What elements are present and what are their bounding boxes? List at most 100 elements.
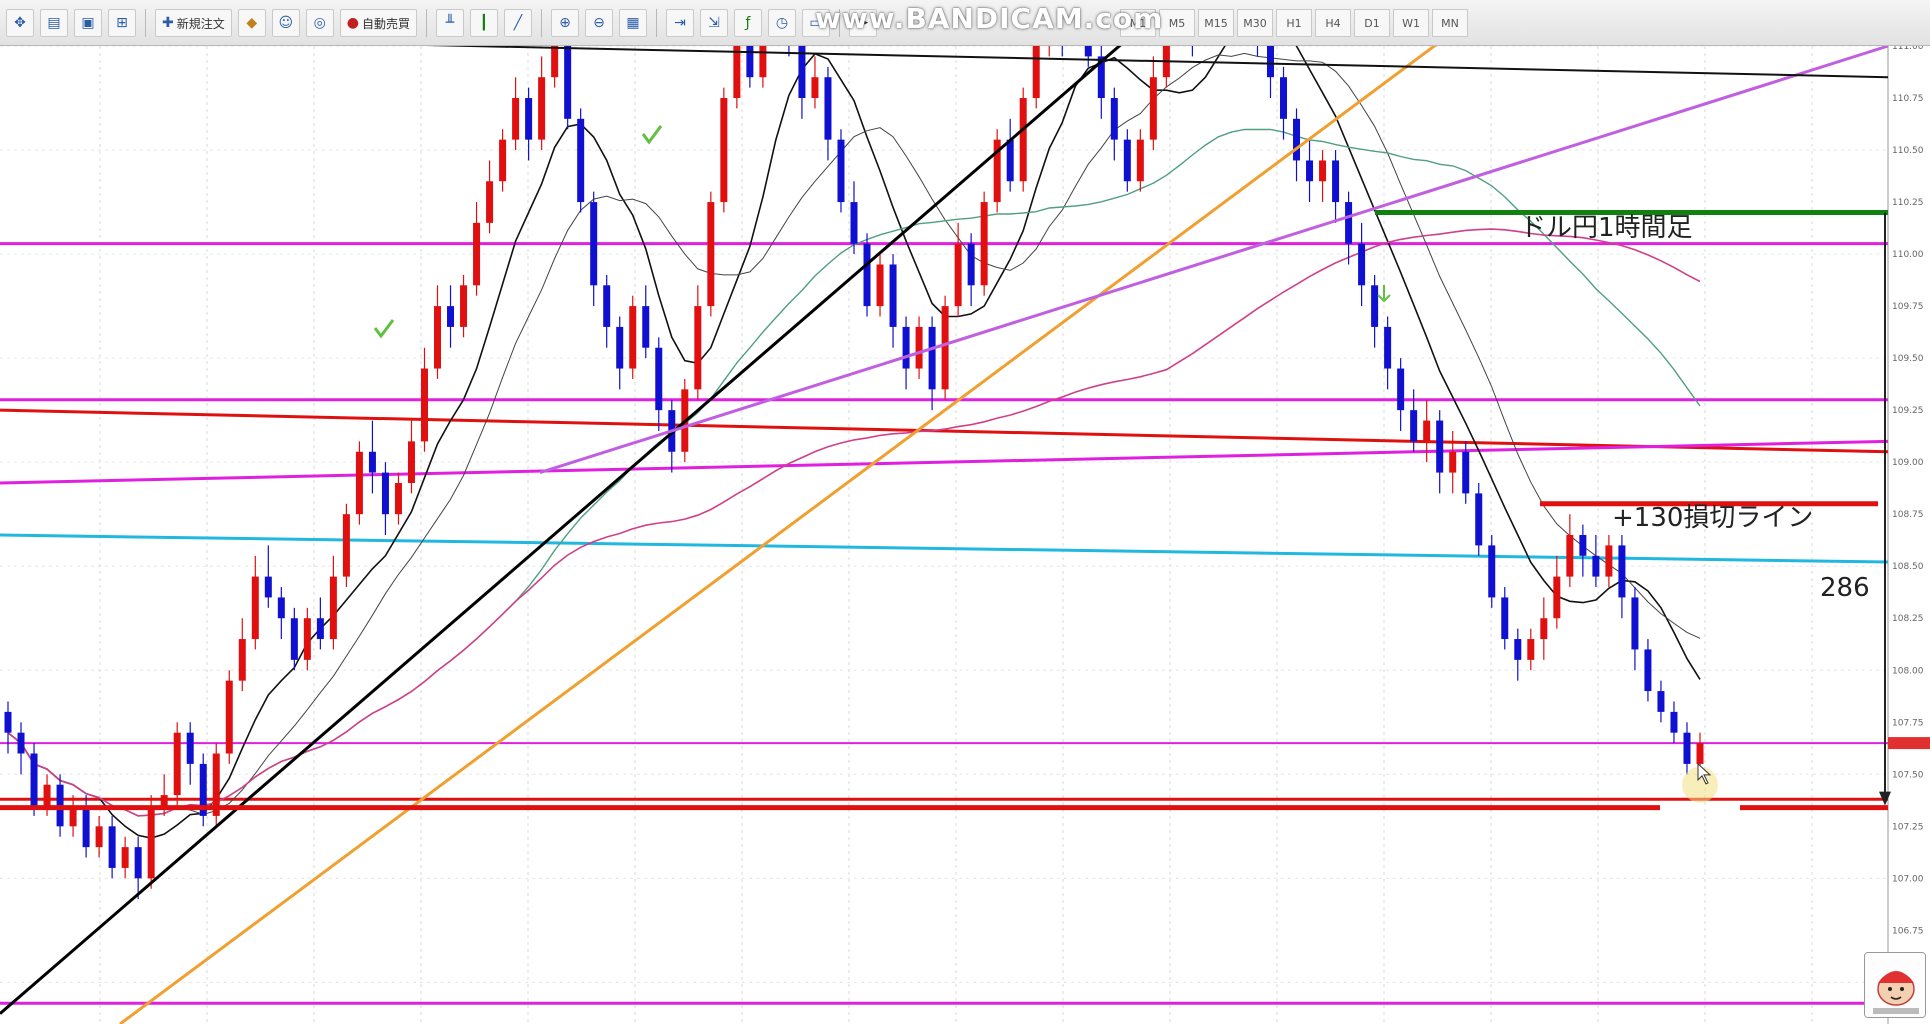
candle-body — [876, 264, 884, 307]
chart-title: ドル円1時間足 — [1520, 213, 1693, 243]
candle-body — [1332, 160, 1340, 203]
timeframe-m30-button[interactable]: M30 — [1237, 9, 1273, 37]
auto-trade-button[interactable]: ● 自動売買 — [339, 9, 417, 37]
recorder-watermark: www.BANDICAM.com — [815, 2, 1164, 35]
zoom-out-icon[interactable]: ⊖ — [584, 9, 613, 37]
price-tick-label: 110.50 — [1892, 146, 1924, 156]
bar-chart-icon[interactable]: ╨ — [435, 9, 464, 37]
candle-body — [342, 514, 350, 577]
crosshair-icon[interactable]: ✥ — [6, 9, 34, 37]
candle-body — [251, 576, 259, 640]
candle-body — [1280, 77, 1288, 119]
candle-body — [1345, 202, 1353, 244]
current-price-marker — [1888, 737, 1930, 750]
candle-body — [980, 202, 988, 286]
candle-body — [850, 202, 858, 244]
price-tick-label: 109.25 — [1892, 406, 1924, 416]
candle-body — [564, 46, 572, 119]
candle-body — [1514, 639, 1522, 660]
candle-body — [1670, 711, 1678, 733]
autoscroll-icon[interactable]: ⇲ — [699, 9, 728, 37]
candle-body — [707, 202, 715, 307]
line-chart-icon[interactable]: ╱ — [503, 9, 532, 37]
price-tick-label: 109.75 — [1892, 302, 1924, 312]
candle-body — [1527, 639, 1535, 660]
candle-body — [538, 77, 546, 140]
candle-body — [1657, 691, 1665, 712]
toolbar-divider — [425, 9, 427, 37]
price-tick-label: 107.50 — [1892, 770, 1924, 780]
candle-body — [1110, 98, 1118, 140]
price-tick-label: 108.00 — [1892, 666, 1924, 676]
ma-mid-line — [7, 52, 1701, 817]
price-tick-label: 107.00 — [1892, 874, 1924, 884]
tile-windows-icon[interactable]: ▦ — [618, 9, 647, 37]
candle-body — [811, 77, 819, 99]
timeframe-m15-button[interactable]: M15 — [1198, 9, 1234, 37]
candle-body — [1631, 597, 1639, 650]
timeframe-mn-button[interactable]: MN — [1432, 9, 1468, 37]
candle-body — [1618, 545, 1626, 598]
candle-body — [889, 264, 897, 327]
stop-loss-label: +130損切ライン — [1612, 503, 1813, 533]
candle-body — [394, 482, 402, 515]
candle-body — [642, 306, 650, 348]
market-watch-icon[interactable]: ◆ — [237, 9, 266, 37]
chart-shift-icon[interactable]: ⇥ — [665, 9, 694, 37]
timeframe-d1-button[interactable]: D1 — [1354, 9, 1390, 37]
candle-body — [616, 326, 624, 369]
window-icon[interactable]: ▣ — [74, 9, 102, 37]
channel-logo — [1864, 952, 1926, 1018]
candle-body — [720, 98, 728, 203]
candle-body — [447, 306, 455, 327]
candle-body — [277, 597, 285, 619]
zoom-in-icon[interactable]: ⊕ — [550, 9, 579, 37]
candle-body — [1462, 451, 1470, 494]
terminal-icon[interactable]: ◎ — [305, 9, 334, 37]
candle-body — [512, 98, 520, 140]
candle-body — [473, 222, 481, 286]
candle-body — [1032, 46, 1040, 99]
candle-body — [1423, 420, 1431, 442]
timeframe-w1-button[interactable]: W1 — [1393, 9, 1429, 37]
timeframe-m5-button[interactable]: M5 — [1159, 9, 1195, 37]
candle-body — [290, 618, 298, 660]
candle-body — [121, 847, 129, 868]
candle-body — [603, 285, 611, 327]
candle-body — [147, 805, 155, 879]
price-axis: 106.50106.75107.00107.25107.50107.75108.… — [1888, 46, 1930, 988]
candle-body — [837, 139, 845, 203]
new-order-button[interactable]: ✚ 新規注文 — [155, 9, 232, 37]
timeframe-h4-button[interactable]: H4 — [1315, 9, 1351, 37]
candle-body — [329, 576, 337, 640]
candle-body — [82, 805, 90, 848]
price-tick-label: 106.75 — [1892, 926, 1924, 936]
timeframe-h1-button[interactable]: H1 — [1276, 9, 1312, 37]
candle-body — [434, 306, 442, 369]
candle-body — [1410, 410, 1418, 442]
period-clock-icon[interactable]: ◷ — [767, 9, 796, 37]
price-tick-label: 109.50 — [1892, 354, 1924, 364]
candle-body — [1306, 160, 1314, 182]
price-tick-label: 109.00 — [1892, 458, 1924, 468]
candle-body — [486, 181, 494, 223]
candle-chart-icon[interactable]: ┃ — [469, 9, 498, 37]
candle-body — [694, 306, 702, 390]
profiles-icon[interactable]: ▤ — [40, 9, 68, 37]
candle-body — [1136, 139, 1144, 182]
candle-body — [1553, 576, 1561, 619]
candle-body — [460, 285, 468, 327]
candle-body — [551, 46, 559, 78]
horizontal-levels — [0, 242, 1889, 1005]
navigator-icon[interactable]: ☺ — [271, 9, 300, 37]
candle-body — [407, 441, 415, 483]
indicators-icon[interactable]: ƒ — [733, 9, 762, 37]
price-tick-label: 110.00 — [1892, 250, 1924, 260]
toolbar-divider — [540, 9, 542, 37]
zoom-window-icon[interactable]: ⊞ — [108, 9, 136, 37]
candle-body — [1566, 535, 1574, 577]
orange-trend-line — [119, 46, 1437, 1024]
price-chart[interactable]: 106.50106.75107.00107.25107.50107.75108.… — [0, 46, 1930, 1024]
candle-body — [238, 639, 246, 681]
candle-body — [134, 847, 142, 879]
